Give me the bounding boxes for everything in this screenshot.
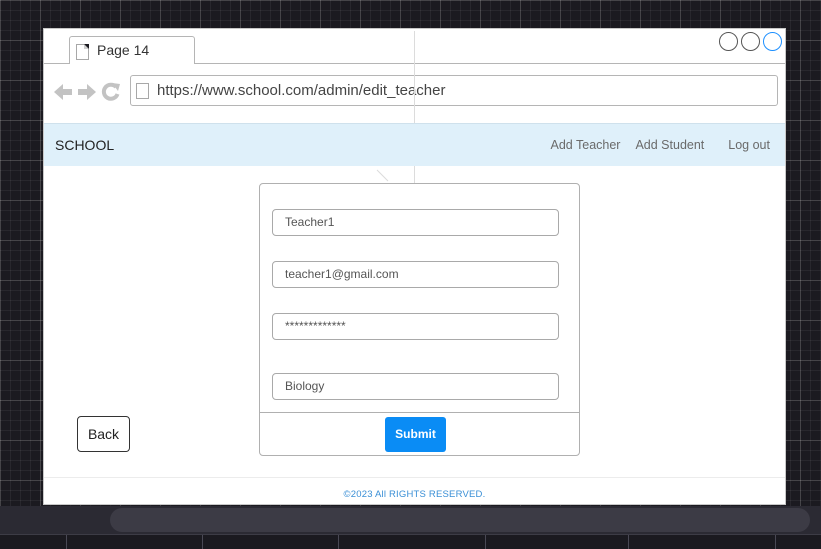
address-bar[interactable]: https://www.school.com/admin/edit_teache… [130,75,778,106]
name-input[interactable]: Teacher1 [272,209,559,236]
tab-separator [66,535,67,549]
form-footer-divider [260,412,579,413]
nav-add-student[interactable]: Add Student [635,138,704,152]
tab-separator [338,535,339,549]
subject-input[interactable]: Biology [272,373,559,400]
copyright-text: ©2023 All RIGHTS RESERVED. [343,489,486,500]
site-brand[interactable]: SCHOOL [55,137,114,153]
tab-separator [485,535,486,549]
tab-separator [628,535,629,549]
submit-button[interactable]: Submit [385,417,446,452]
tab-title: Page 14 [97,42,150,58]
minimize-icon[interactable] [719,32,738,51]
restore-icon[interactable] [741,32,760,51]
reload-icon[interactable] [101,82,121,102]
guide-arrow [376,169,389,182]
edit-teacher-form: Teacher1 teacher1@gmail.com ************… [259,183,580,456]
nav-links: Add Teacher Add Student Log out [551,138,771,152]
browser-nav-controls [53,80,121,104]
horizontal-scrollbar[interactable] [0,506,821,534]
page-icon [136,83,149,99]
password-input[interactable]: ************* [272,313,559,340]
page-tabs-bar [0,534,821,549]
scrollbar-thumb[interactable] [110,508,810,532]
email-input[interactable]: teacher1@gmail.com [272,261,559,288]
forward-arrow-icon[interactable] [77,82,97,102]
nav-log-out[interactable]: Log out [728,138,770,152]
nav-add-teacher[interactable]: Add Teacher [551,138,621,152]
maximize-icon[interactable] [763,32,782,51]
browser-tab[interactable]: Page 14 [69,36,195,64]
site-navbar: SCHOOL Add Teacher Add Student Log out [44,123,785,166]
page-icon [76,44,89,60]
footer-divider [44,477,785,478]
window-controls [719,32,782,51]
tab-separator [202,535,203,549]
back-button[interactable]: Back [77,416,130,452]
back-arrow-icon[interactable] [53,82,73,102]
browser-mockup: Page 14 https://www.school.com/admin/edi… [43,28,786,505]
tab-separator [775,535,776,549]
url-text: https://www.school.com/admin/edit_teache… [157,82,446,99]
